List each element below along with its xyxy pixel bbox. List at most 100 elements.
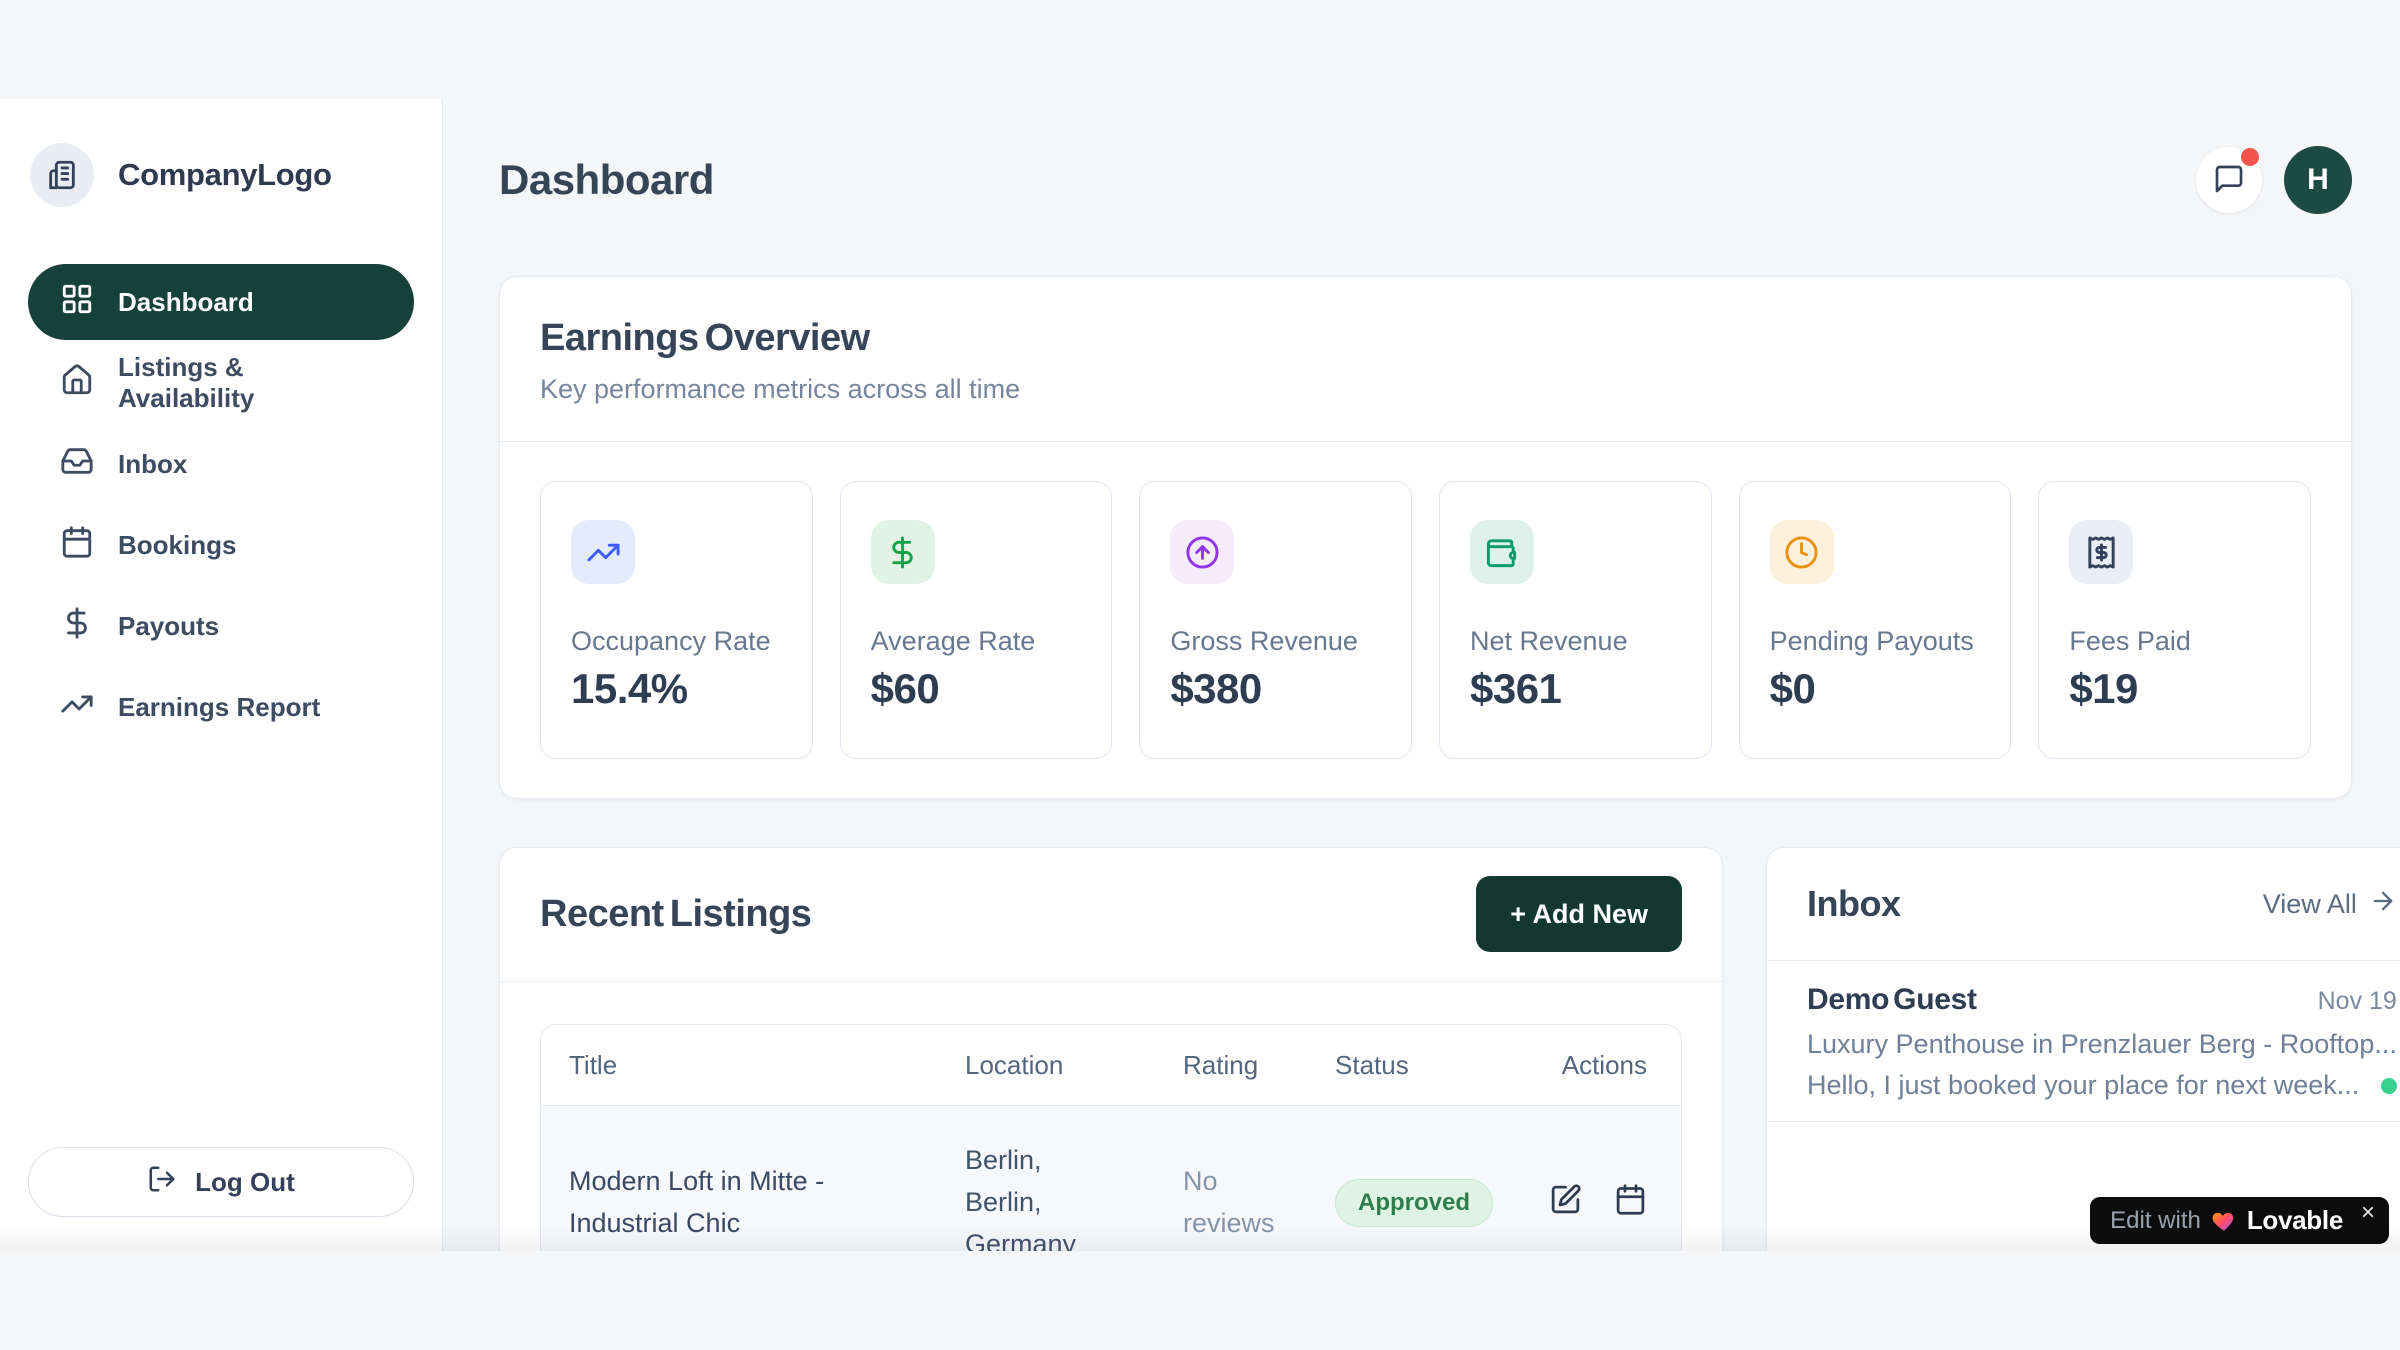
message-subject: Luxury Penthouse in Prenzlauer Berg - Ro… — [1807, 1029, 2397, 1060]
arrow-up-circle-icon — [1170, 520, 1234, 584]
avatar[interactable]: H — [2284, 146, 2352, 214]
metric-value: $0 — [1770, 665, 1981, 713]
screenshot-root: { "sidebar": { "logo_text": "CompanyLogo… — [0, 0, 2400, 1350]
add-new-button[interactable]: + Add New — [1476, 876, 1682, 952]
main-header: Dashboard H — [499, 146, 2352, 214]
earnings-overview-card: Earnings Overview Key performance metric… — [499, 276, 2352, 799]
listing-actions — [1503, 1183, 1681, 1223]
message-preview-row: Hello, I just booked your place for next… — [1807, 1070, 2397, 1101]
app-viewport: CompanyLogo Dashboard — [0, 0, 2400, 1251]
logout-icon — [147, 1164, 177, 1201]
status-badge: Approved — [1335, 1179, 1493, 1227]
sidebar-item-label: Bookings — [118, 530, 236, 561]
dollar-icon — [871, 520, 935, 584]
calendar-icon[interactable] — [1614, 1183, 1647, 1223]
divider — [1767, 1121, 2400, 1122]
sidebar-item-dashboard[interactable]: Dashboard — [28, 264, 414, 340]
metric-label: Fees Paid — [2069, 626, 2280, 657]
inbox-card: Inbox View All Demo Guest Nov — [1766, 847, 2400, 1251]
metric-card-net-revenue: Net Revenue $361 — [1439, 481, 1712, 759]
main-content: Dashboard H Earnings Overview Key perfor… — [443, 0, 2400, 1251]
close-icon[interactable]: × — [2361, 1201, 2375, 1225]
trending-up-icon — [60, 687, 94, 728]
logout-button[interactable]: Log Out — [28, 1147, 414, 1217]
messages-button[interactable] — [2196, 147, 2262, 213]
sidebar-item-listings[interactable]: Listings & Availability — [28, 345, 414, 421]
arrow-right-icon — [2369, 887, 2397, 922]
metric-card-average-rate: Average Rate $60 — [840, 481, 1113, 759]
sidebar-item-inbox[interactable]: Inbox — [28, 426, 414, 502]
house-icon — [60, 363, 94, 404]
inbox-icon — [60, 444, 94, 485]
view-all-label: View All — [2263, 889, 2357, 920]
dollar-icon — [60, 606, 94, 647]
inbox-title: Inbox — [1807, 878, 1901, 930]
metric-card-occupancy-rate: Occupancy Rate 15.4% — [540, 481, 813, 759]
sidebar-item-label: Listings & Availability — [118, 352, 382, 414]
divider — [500, 981, 1722, 982]
metric-label: Occupancy Rate — [571, 626, 782, 657]
layout-grid-icon — [60, 282, 94, 323]
edit-icon[interactable] — [1549, 1183, 1582, 1223]
sidebar-item-label: Earnings Report — [118, 692, 320, 723]
calendar-icon — [60, 525, 94, 566]
bottom-row: Recent Listings + Add New Title Location… — [499, 847, 2352, 1251]
recent-listings-card: Recent Listings + Add New Title Location… — [499, 847, 1723, 1251]
earnings-overview-subtitle: Key performance metrics across all time — [540, 374, 2311, 405]
edit-with-lovable-badge[interactable]: Edit with Lovable × — [2090, 1197, 2389, 1244]
column-header-location: Location — [937, 1050, 1155, 1081]
message-preview: Hello, I just booked your place for next… — [1807, 1070, 2359, 1101]
sidebar-item-bookings[interactable]: Bookings — [28, 507, 414, 583]
receipt-icon — [2069, 520, 2133, 584]
sidebar-item-payouts[interactable]: Payouts — [28, 588, 414, 664]
company-logo-icon — [30, 143, 94, 207]
earnings-overview-header: Earnings Overview Key performance metric… — [500, 277, 2351, 441]
metric-value: $361 — [1470, 665, 1681, 713]
sidebar-item-label: Dashboard — [118, 287, 254, 318]
message-date: Nov 19 — [2318, 987, 2397, 1016]
metric-value: $380 — [1170, 665, 1381, 713]
company-logo-text: CompanyLogo — [118, 157, 332, 193]
inbox-header: Inbox View All — [1767, 848, 2400, 960]
clock-icon — [1770, 520, 1834, 584]
metric-card-pending-payouts: Pending Payouts $0 — [1739, 481, 2012, 759]
view-all-link[interactable]: View All — [2263, 887, 2397, 922]
recent-listings-title: Recent Listings — [540, 893, 811, 936]
earnings-overview-title: Earnings Overview — [540, 317, 2311, 360]
metric-label: Average Rate — [871, 626, 1082, 657]
sidebar-nav: Dashboard Listings & Availability — [28, 264, 414, 745]
listing-location: Berlin, Berlin, Germany — [937, 1140, 1155, 1251]
listing-status-cell: Approved — [1307, 1179, 1503, 1227]
metric-label: Pending Payouts — [1770, 626, 1981, 657]
header-actions: H — [2196, 146, 2352, 214]
column-header-status: Status — [1307, 1050, 1503, 1081]
table-header-row: Title Location Rating Status Actions — [541, 1025, 1681, 1105]
inbox-message[interactable]: Demo Guest Nov 19 Luxury Penthouse in Pr… — [1767, 961, 2400, 1121]
metric-value: 15.4% — [571, 665, 782, 713]
trending-up-icon — [571, 520, 635, 584]
metrics-grid: Occupancy Rate 15.4% Average Rate $60 — [500, 442, 2351, 798]
metric-value: $19 — [2069, 665, 2280, 713]
message-square-icon — [2213, 163, 2245, 198]
metric-card-gross-revenue: Gross Revenue $380 — [1139, 481, 1412, 759]
listing-title: Modern Loft in Mitte - Industrial Chic — [541, 1161, 937, 1245]
unread-dot — [2381, 1078, 2397, 1094]
metric-label: Gross Revenue — [1170, 626, 1381, 657]
listings-table: Title Location Rating Status Actions Mod… — [540, 1024, 1682, 1251]
metric-value: $60 — [871, 665, 1082, 713]
column-header-rating: Rating — [1155, 1050, 1307, 1081]
logout-label: Log Out — [195, 1167, 295, 1198]
column-header-title: Title — [541, 1050, 937, 1081]
sidebar-item-label: Inbox — [118, 449, 187, 480]
listing-rating: No reviews — [1155, 1161, 1307, 1245]
notification-dot — [2241, 148, 2259, 166]
logo-row: CompanyLogo — [28, 143, 414, 207]
sidebar-item-label: Payouts — [118, 611, 219, 642]
table-row: Modern Loft in Mitte - Industrial Chic B… — [541, 1105, 1681, 1251]
sidebar: CompanyLogo Dashboard — [0, 99, 443, 1251]
lovable-brand: Lovable — [2247, 1205, 2343, 1236]
sidebar-item-earnings-report[interactable]: Earnings Report — [28, 669, 414, 745]
page-title: Dashboard — [499, 156, 714, 204]
metric-card-fees-paid: Fees Paid $19 — [2038, 481, 2311, 759]
message-top-row: Demo Guest Nov 19 — [1807, 983, 2397, 1017]
